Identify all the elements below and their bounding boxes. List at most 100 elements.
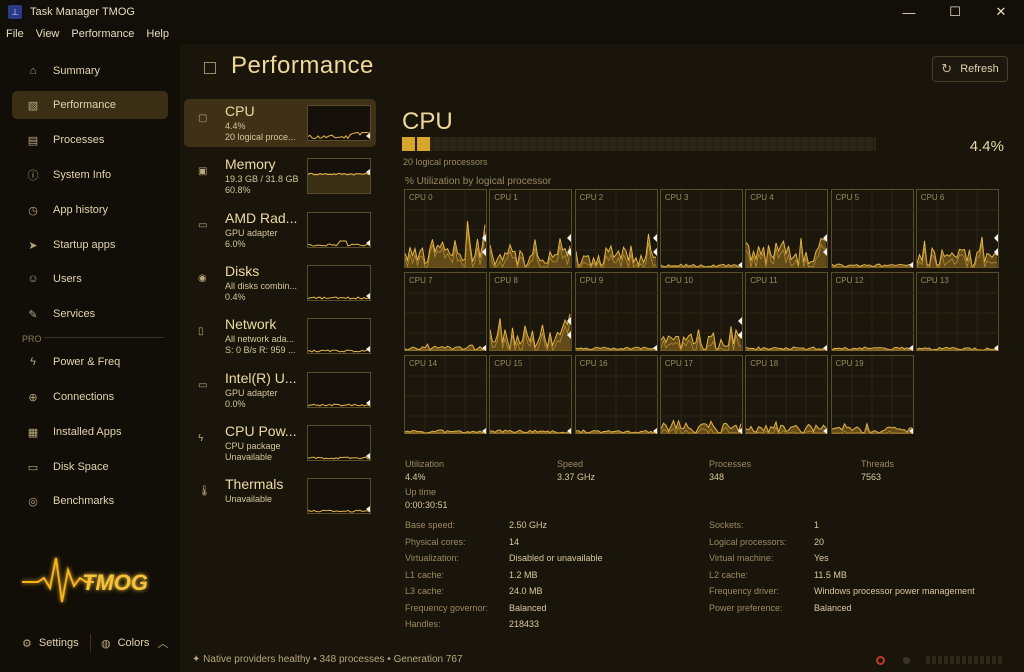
sidebar-item-label: Services — [53, 308, 96, 320]
device-item-8[interactable]: 🌡 Thermals Unavailable — [184, 472, 376, 520]
refresh-button[interactable]: ↻ Refresh — [932, 56, 1008, 82]
detail-key: Frequency driver: — [709, 586, 780, 596]
dot-icon — [903, 656, 910, 664]
core-graph-2: CPU 2 — [574, 189, 659, 269]
sidebar-item-services[interactable]: ✎ Services — [12, 300, 168, 328]
cpu-usage-bar — [402, 137, 876, 151]
minimize-button[interactable]: — — [886, 0, 932, 24]
colors-label: Colors — [117, 637, 150, 649]
sidebar-item-installed-apps[interactable]: ▦ Installed Apps — [12, 418, 168, 446]
connections-icon: ⊕ — [28, 391, 38, 404]
core-label: CPU 16 — [579, 359, 608, 368]
thermometer-icon: 🌡 — [198, 486, 211, 497]
menu-file[interactable]: File — [6, 28, 24, 40]
core-graph-15: CPU 15 — [489, 355, 574, 435]
core-graph-0: CPU 0 — [404, 189, 488, 269]
network-icon: ▯ — [198, 326, 204, 337]
settings-button[interactable]: ⚙ Settings — [22, 633, 79, 653]
stat-speed: Speed 3.37 GHz — [557, 459, 596, 482]
device-item-7[interactable]: ϟ CPU Pow... CPU package Unavailable — [184, 419, 376, 467]
startup-icon: ➤ — [28, 239, 38, 252]
device-detail: GPU adapter — [225, 228, 278, 238]
info-icon: ⓘ — [27, 170, 39, 182]
cpu-usage-fill — [402, 137, 430, 151]
device-sparkline — [307, 372, 371, 408]
processes-icon: ▤ — [27, 134, 39, 147]
sidebar-item-summary[interactable]: ⌂ Summary — [12, 57, 168, 85]
core-label: CPU 7 — [409, 276, 433, 285]
device-detail-secondary: 20 logical proce... — [225, 132, 296, 142]
sidebar-item-label: Performance — [53, 99, 116, 111]
sidebar-item-label: Connections — [53, 391, 115, 403]
sidebar-item-benchmarks[interactable]: ◎ Benchmarks — [12, 487, 168, 515]
device-name: Intel(R) U... — [225, 370, 297, 386]
cpu-percent: 4.4% — [969, 138, 1004, 155]
sidebar-item-label: Power & Freq — [53, 356, 121, 368]
core-label: CPU 17 — [664, 359, 693, 368]
core-graph-4: CPU 4 — [745, 189, 830, 269]
detail-value: Balanced — [509, 603, 547, 613]
gpu-icon: ▭ — [198, 380, 208, 391]
palette-icon: ◍ — [101, 637, 111, 650]
window-title: Task Manager TMOG — [30, 6, 135, 18]
core-graph-16: CPU 16 — [574, 355, 659, 435]
logical-processors-label: 20 logical processors — [403, 157, 488, 167]
detail-key: Frequency governor: — [405, 603, 489, 613]
detail-value: Yes — [814, 553, 829, 563]
detail-value: 1.2 MB — [509, 570, 538, 580]
device-sparkline — [307, 265, 371, 301]
sidebar-item-users[interactable]: ☺ Users — [12, 265, 168, 293]
core-graph-7: CPU 7 — [404, 272, 488, 352]
colors-button[interactable]: ◍ Colors ︿ — [101, 633, 168, 653]
device-item-2[interactable]: ▣ Memory 19.3 GB / 31.8 GB 60.8% — [184, 152, 376, 200]
core-graph-12: CPU 12 — [830, 272, 915, 352]
device-item-5[interactable]: ▯ Network All network ada... S: 0 B/s R:… — [184, 312, 376, 360]
core-graph-19: CPU 19 — [830, 355, 915, 435]
core-label: CPU 19 — [835, 359, 864, 368]
close-button[interactable]: ✕ — [978, 0, 1024, 24]
device-detail: Unavailable — [225, 494, 273, 504]
device-item-1[interactable]: ▢ CPU 4.4% 20 logical proce... — [184, 99, 376, 147]
detail-value: 11.5 MB — [814, 570, 847, 580]
device-detail-secondary: S: 0 B/s R: 959 ... — [225, 345, 296, 355]
menu-view[interactable]: View — [36, 28, 60, 40]
detail-key: L1 cache: — [405, 570, 445, 580]
disk-space-icon: ▭ — [27, 461, 39, 474]
sidebar-item-label: Startup apps — [53, 239, 116, 251]
sidebar-item-startup-apps[interactable]: ➤ Startup apps — [12, 231, 168, 259]
refresh-label: Refresh — [960, 63, 999, 75]
detail-key: Power preference: — [709, 603, 783, 613]
device-item-3[interactable]: ▭ AMD Rad... GPU adapter 6.0% — [184, 206, 376, 254]
settings-label: Settings — [38, 637, 79, 649]
core-graph-1: CPU 1 — [489, 189, 574, 269]
sidebar-item-processes[interactable]: ▤ Processes — [12, 126, 168, 154]
sidebar-item-system-info[interactable]: ⓘ System Info — [12, 161, 168, 189]
sidebar-item-label: Benchmarks — [53, 495, 115, 507]
device-item-6[interactable]: ▭ Intel(R) U... GPU adapter 0.0% — [184, 366, 376, 414]
core-label: CPU 11 — [750, 276, 778, 285]
core-label: CPU 18 — [750, 359, 779, 368]
menu-performance[interactable]: Performance — [71, 28, 134, 40]
logo-text: TMOG — [82, 570, 148, 595]
detail-value: 1 — [814, 520, 820, 530]
device-item-4[interactable]: ◉ Disks All disks combin... 0.4% — [184, 259, 376, 307]
installed-apps-icon: ▦ — [27, 426, 39, 439]
sidebar-item-performance[interactable]: ▧ Performance — [12, 91, 168, 119]
core-label: CPU 1 — [494, 193, 518, 202]
refresh-icon: ↻ — [941, 61, 953, 76]
title-bar: ⊥ Task Manager TMOG — ☐ ✕ — [0, 0, 1024, 24]
detail-value: 20 — [814, 537, 825, 547]
performance-page-icon — [204, 62, 216, 74]
core-graph-17: CPU 17 — [659, 355, 744, 435]
core-graph-10: CPU 10 — [659, 272, 744, 352]
sidebar-item-app-history[interactable]: ◷ App history — [12, 196, 168, 224]
sidebar-item-disk-space[interactable]: ▭ Disk Space — [12, 453, 168, 481]
maximize-button[interactable]: ☐ — [932, 0, 978, 24]
core-graph-9: CPU 9 — [574, 272, 659, 352]
sidebar-item-label: Disk Space — [53, 461, 109, 473]
menu-help[interactable]: Help — [146, 28, 169, 40]
sidebar-item-power-freq[interactable]: ϟ Power & Freq — [12, 348, 168, 376]
device-name: AMD Rad... — [225, 210, 298, 226]
sidebar-item-connections[interactable]: ⊕ Connections — [12, 383, 168, 411]
device-name: Disks — [225, 263, 260, 279]
